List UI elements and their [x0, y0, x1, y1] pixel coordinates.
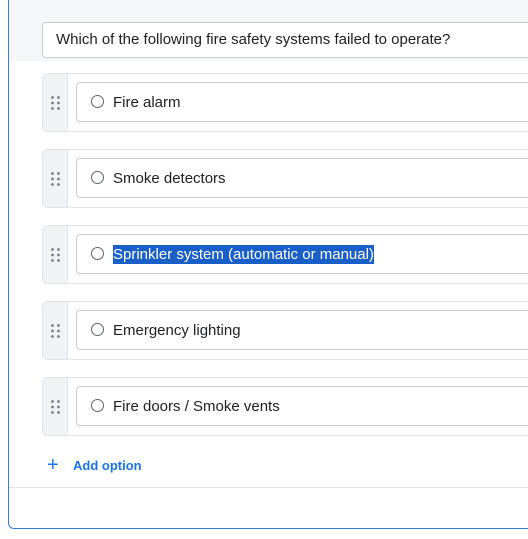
option-label: Emergency lighting: [113, 322, 241, 339]
question-text-field[interactable]: Which of the following fire safety syste…: [42, 22, 528, 58]
drag-handle[interactable]: [43, 150, 68, 207]
option-text-field[interactable]: Fire alarm: [76, 82, 528, 122]
option-row: Sprinkler system (automatic or manual): [42, 225, 528, 284]
drag-handle[interactable]: [43, 74, 68, 131]
option-label: Smoke detectors: [113, 170, 226, 187]
option-text-field[interactable]: Smoke detectors: [76, 158, 528, 198]
option-row: Fire doors / Smoke vents: [42, 377, 528, 436]
drag-grip-icon: [51, 324, 60, 338]
drag-handle[interactable]: [43, 302, 68, 359]
add-option-label: Add option: [73, 457, 142, 473]
question-header: Which of the following fire safety syste…: [9, 0, 528, 61]
drag-grip-icon: [51, 248, 60, 262]
drag-handle[interactable]: [43, 378, 68, 435]
drag-grip-icon: [51, 172, 60, 186]
drag-grip-icon: [51, 400, 60, 414]
drag-grip-icon: [51, 96, 60, 110]
option-label: Fire doors / Smoke vents: [113, 398, 280, 415]
divider: [9, 487, 528, 488]
option-row: Fire alarm: [42, 73, 528, 132]
drag-handle[interactable]: [43, 226, 68, 283]
radio-icon: [91, 399, 104, 412]
option-row: Emergency lighting: [42, 301, 528, 360]
option-text-field[interactable]: Emergency lighting: [76, 310, 528, 350]
radio-icon: [91, 95, 104, 108]
option-text-field[interactable]: Fire doors / Smoke vents: [76, 386, 528, 426]
radio-icon: [91, 247, 104, 260]
question-card: Which of the following fire safety syste…: [8, 0, 528, 529]
option-row: Smoke detectors: [42, 149, 528, 208]
radio-icon: [91, 323, 104, 336]
option-label: Fire alarm: [113, 94, 181, 111]
radio-icon: [91, 171, 104, 184]
add-option-button[interactable]: + Add option: [47, 453, 142, 477]
option-text-field[interactable]: Sprinkler system (automatic or manual): [76, 234, 528, 274]
option-label-selected-text: Sprinkler system (automatic or manual): [113, 245, 374, 264]
plus-icon: +: [47, 454, 59, 476]
